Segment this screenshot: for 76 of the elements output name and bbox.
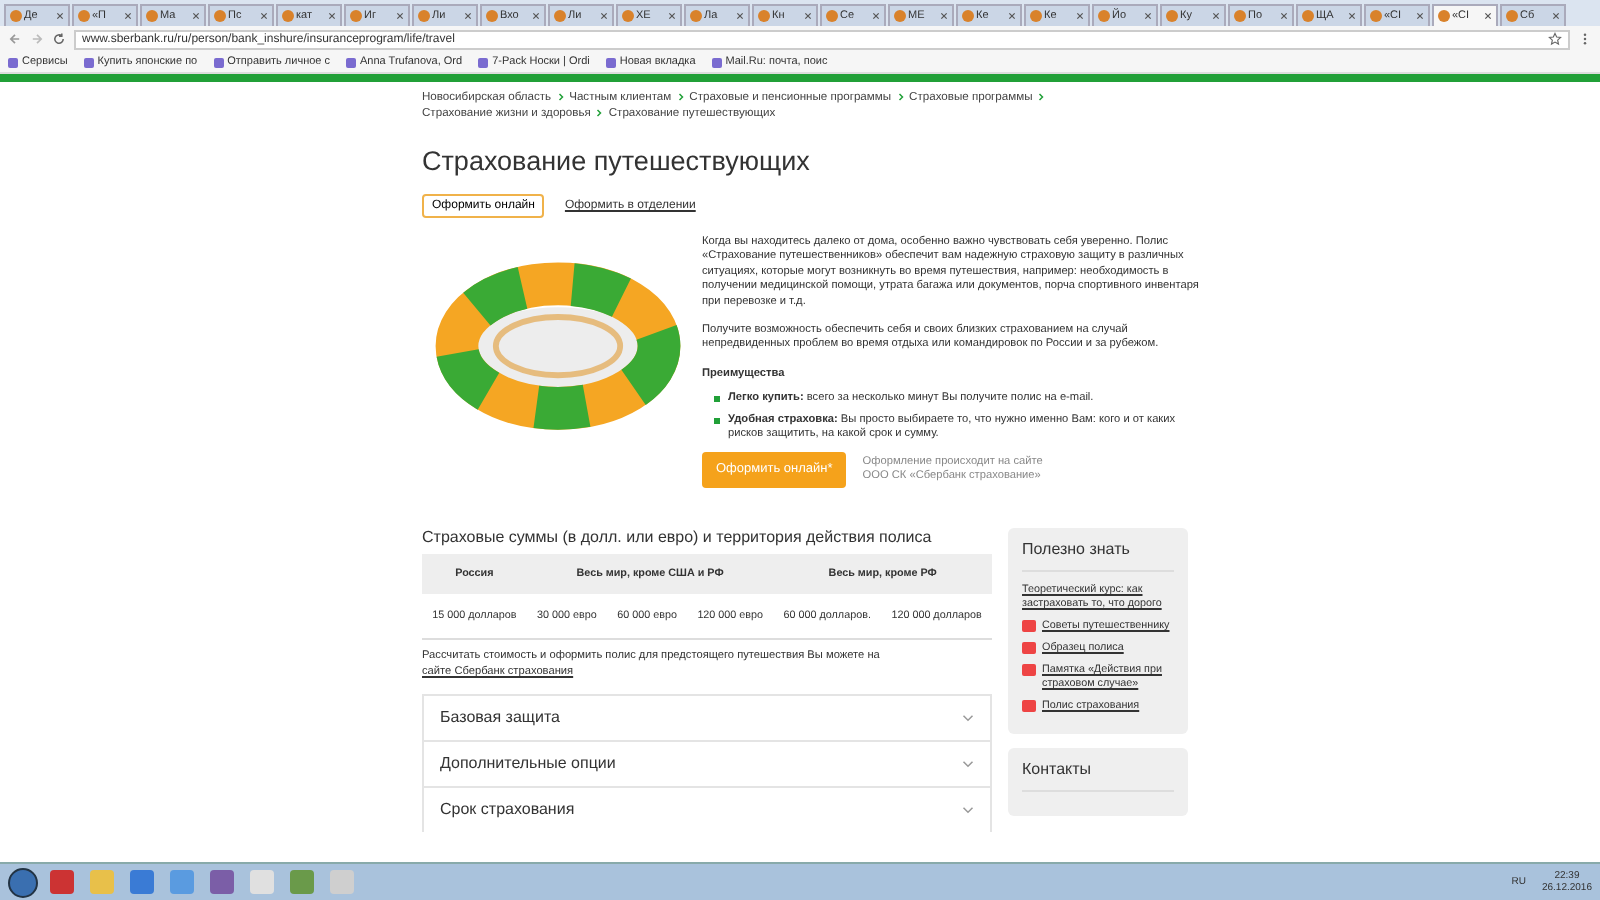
favicon-icon <box>418 10 430 22</box>
chevron-icon <box>596 107 603 118</box>
favicon-icon <box>1166 10 1178 22</box>
favicon-icon <box>622 10 634 22</box>
close-icon[interactable] <box>260 12 268 20</box>
favicon-icon <box>213 57 224 67</box>
favicon-icon <box>1234 10 1246 22</box>
favicon-icon <box>758 10 770 22</box>
chevron-down-icon <box>962 713 974 722</box>
chevron-down-icon <box>962 759 974 768</box>
section-heading: Страховые суммы (в долл. или евро) и территория действия полиса <box>422 527 934 546</box>
favicon-icon <box>78 10 90 22</box>
favicon-icon <box>554 10 566 22</box>
bullet-icon <box>714 417 720 424</box>
favicon-icon <box>83 57 94 67</box>
favicon-icon <box>478 57 489 67</box>
accordion-item[interactable]: Дополнительные опции <box>422 739 992 786</box>
close-icon[interactable] <box>1144 12 1152 20</box>
favicon-icon <box>486 10 498 22</box>
close-icon[interactable] <box>532 12 540 20</box>
back-arrow-icon[interactable] <box>8 32 22 46</box>
close-icon[interactable] <box>1280 12 1288 20</box>
favicon-icon <box>1506 10 1518 22</box>
favicon-icon <box>605 57 616 67</box>
reload-icon[interactable] <box>52 32 66 46</box>
close-icon[interactable] <box>872 12 880 20</box>
menu-icon[interactable] <box>1578 32 1592 46</box>
close-icon[interactable] <box>1348 12 1356 20</box>
favicon-icon <box>826 10 838 22</box>
close-icon[interactable] <box>192 12 200 20</box>
chevron-icon <box>897 91 904 102</box>
favicon-icon <box>1098 10 1110 22</box>
favicon-icon <box>214 10 226 22</box>
close-icon[interactable] <box>1212 12 1220 20</box>
close-icon[interactable] <box>1076 12 1084 20</box>
accordion-item[interactable]: Базовая защита <box>422 693 992 740</box>
favicon-icon <box>10 10 22 22</box>
favicon-icon <box>1370 10 1382 22</box>
bullet-icon <box>714 396 720 403</box>
chevron-icon <box>1038 91 1045 102</box>
close-icon[interactable] <box>804 12 812 20</box>
close-icon[interactable] <box>736 12 744 20</box>
close-icon[interactable] <box>940 12 948 20</box>
favicon-icon <box>282 10 294 22</box>
favicon-icon <box>962 10 974 22</box>
favicon-icon <box>8 57 18 67</box>
favicon-icon <box>894 10 906 22</box>
close-icon[interactable] <box>600 12 608 20</box>
pdf-icon <box>1022 699 1036 712</box>
close-icon[interactable] <box>396 12 404 20</box>
close-icon[interactable] <box>328 12 336 20</box>
close-icon[interactable] <box>1552 12 1560 20</box>
start-button[interactable] <box>8 867 38 897</box>
favicon-icon <box>711 57 722 67</box>
page-title: Страхование путешествующих <box>422 146 812 176</box>
chevron-icon <box>677 91 684 102</box>
sidebar-title: Полезно знать <box>1022 539 1174 572</box>
close-icon[interactable] <box>124 12 132 20</box>
close-icon[interactable] <box>668 12 676 20</box>
favicon-icon <box>1438 10 1450 22</box>
close-icon[interactable] <box>1484 12 1492 20</box>
star-icon[interactable] <box>1548 32 1562 46</box>
favicon-icon <box>1030 10 1042 22</box>
chevron-down-icon <box>962 805 974 814</box>
chevron-icon <box>557 91 564 102</box>
close-icon[interactable] <box>464 12 472 20</box>
close-icon[interactable] <box>56 12 64 20</box>
close-icon[interactable] <box>1416 12 1424 20</box>
close-icon[interactable] <box>1008 12 1016 20</box>
accordion-item[interactable]: Срок страхования <box>422 785 992 832</box>
favicon-icon <box>690 10 702 22</box>
favicon-icon <box>350 10 362 22</box>
favicon-icon <box>1302 10 1314 22</box>
contacts-title: Контакты <box>1022 759 1174 792</box>
favicon-icon <box>146 10 158 22</box>
favicon-icon <box>346 57 357 67</box>
